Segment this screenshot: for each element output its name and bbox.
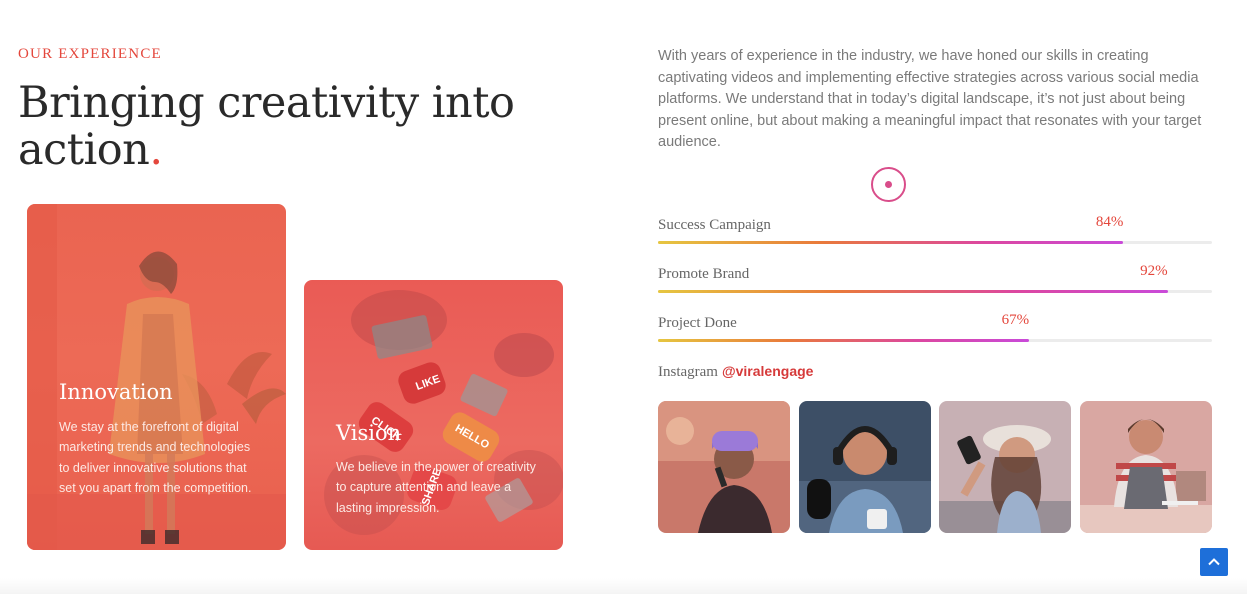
skill-project-done: Project Done 67%: [658, 302, 1212, 342]
skill-label: Promote Brand: [658, 266, 750, 282]
progress-fill: [658, 339, 1030, 342]
progress-track: [658, 290, 1212, 293]
footer-divider: [0, 578, 1247, 594]
target-ring-icon: [871, 167, 906, 202]
instagram-label: Instagram: [658, 364, 718, 380]
instagram-photo-2[interactable]: [799, 401, 931, 533]
cooking-photo: [1080, 401, 1212, 533]
skill-label: Project Done: [658, 315, 737, 331]
vision-text: We believe in the power of creativity to…: [336, 460, 536, 515]
progress-fill: [658, 290, 1168, 293]
instagram-photo-4[interactable]: [1080, 401, 1212, 533]
skill-success-campaign: Success Campaign 84%: [658, 204, 1212, 244]
skill-promote-brand: Promote Brand 92%: [658, 253, 1212, 293]
instagram-photo-3[interactable]: [939, 401, 1071, 533]
skill-percent: 92%: [1140, 263, 1168, 279]
instagram-line: Instagram @viralengage: [658, 363, 813, 381]
chevron-up-icon: [1208, 558, 1220, 566]
skill-percent: 67%: [1001, 312, 1030, 328]
innovation-text: We stay at the forefront of digital mark…: [59, 420, 252, 495]
skill-label: Success Campaign: [658, 217, 771, 233]
innovation-card: Innovation We stay at the forefront of d…: [27, 204, 286, 550]
instagram-photo-1[interactable]: [658, 401, 790, 533]
progress-track: [658, 339, 1212, 342]
intro-paragraph: With years of experience in the industry…: [658, 48, 1202, 150]
podcaster-photo: [799, 401, 931, 533]
singer-photo: [658, 401, 790, 533]
vision-title: Vision: [336, 421, 402, 445]
progress-fill: [658, 241, 1124, 244]
scroll-to-top-button[interactable]: [1200, 548, 1228, 576]
skill-percent: 84%: [1095, 214, 1124, 230]
innovation-title: Innovation: [59, 380, 173, 404]
heading-dot: .: [149, 125, 163, 175]
section-eyebrow: OUR EXPERIENCE: [18, 46, 162, 62]
heading-text: Bringing creativity into action: [18, 78, 515, 175]
target-ring-dot: [885, 181, 892, 188]
vision-card: LIKE CLICK HELLO SHARE Vision We believe…: [304, 280, 563, 550]
instagram-handle-link[interactable]: @viralengage: [722, 363, 813, 379]
progress-track: [658, 241, 1212, 244]
selfie-photo: [939, 401, 1071, 533]
section-heading: Bringing creativity into action.: [18, 80, 538, 174]
